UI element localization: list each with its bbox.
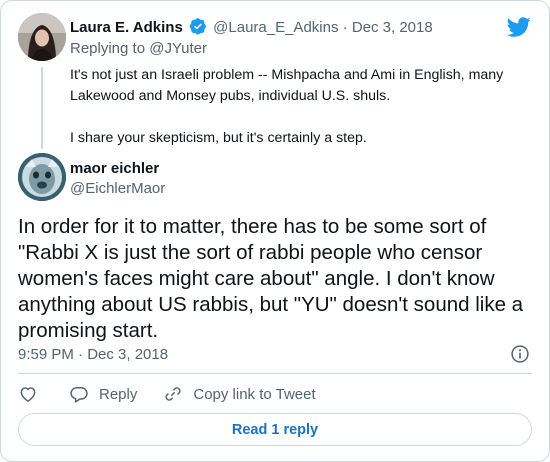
replying-to-line: Replying to @JYuter <box>70 39 207 58</box>
link-icon <box>165 387 181 401</box>
divider <box>18 373 532 374</box>
replying-prefix: Replying to <box>70 40 146 57</box>
author-handle[interactable]: @EichlerMaor <box>70 179 165 198</box>
tweet-paragraph: It's not just an Israeli problem -- Mish… <box>70 67 504 104</box>
author-handle[interactable]: @Laura_E_Adkins <box>213 19 338 36</box>
tweet-actions-bar: Reply Copy link to Tweet <box>18 382 316 406</box>
tweet-paragraph: I share your skepticism, but it's certai… <box>70 130 367 146</box>
read-replies-button[interactable]: Read 1 reply <box>18 413 532 446</box>
reply-label: Reply <box>99 385 138 403</box>
tweet-date[interactable]: Dec 3, 2018 <box>352 19 433 36</box>
copy-link-label: Copy link to Tweet <box>193 385 316 403</box>
main-tweet-text: In order for it to matter, there has to … <box>18 215 524 342</box>
header-separator: · <box>342 19 348 36</box>
profile-photo <box>18 13 66 61</box>
like-button[interactable] <box>18 384 38 404</box>
parent-tweet-text: It's not just an Israeli problem -- Mish… <box>70 65 510 149</box>
thread-connector-line <box>41 67 43 149</box>
avatar[interactable] <box>18 153 66 201</box>
tweet-timestamp[interactable]: 9:59 PM · Dec 3, 2018 <box>18 345 168 364</box>
tweet-embed-card: Laura E. Adkins @Laura_E_Adkins · Dec 3,… <box>0 0 550 462</box>
profile-photo <box>18 153 66 201</box>
copy-link-button[interactable]: Copy link to Tweet <box>163 384 316 404</box>
author-name[interactable]: maor eichler <box>70 159 159 178</box>
replying-mention-link[interactable]: @JYuter <box>149 40 207 57</box>
speech-bubble-icon <box>70 387 88 403</box>
info-icon[interactable] <box>510 344 530 364</box>
twitter-bird-icon[interactable] <box>507 15 531 39</box>
parent-tweet-header: Laura E. Adkins @Laura_E_Adkins · Dec 3,… <box>70 17 433 37</box>
verified-badge-icon <box>189 18 206 35</box>
avatar[interactable] <box>18 13 66 61</box>
reply-button[interactable]: Reply <box>69 384 137 404</box>
heart-icon <box>20 387 36 402</box>
author-name[interactable]: Laura E. Adkins <box>70 19 183 36</box>
